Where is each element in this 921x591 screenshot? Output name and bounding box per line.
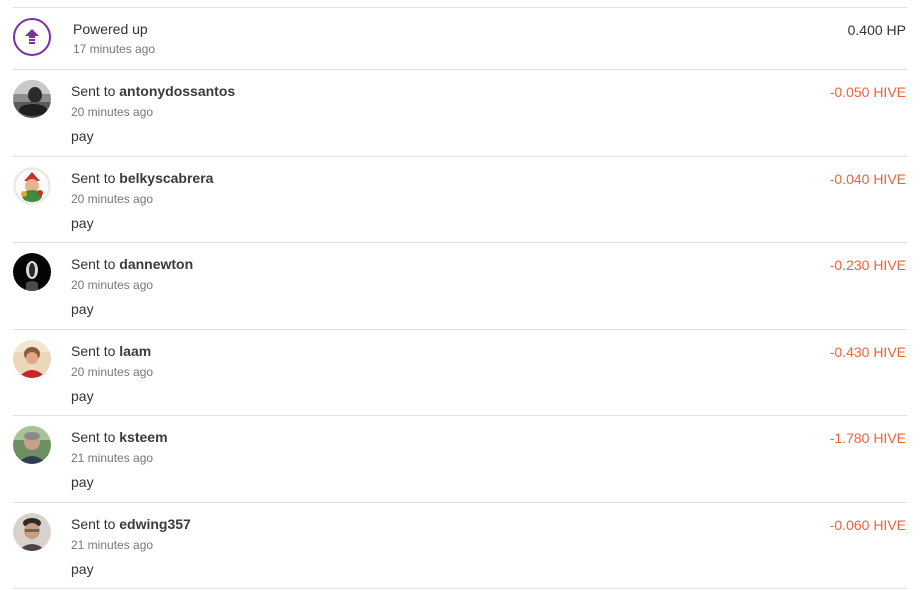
transaction-title: Powered up xyxy=(73,21,148,37)
transaction-memo: pay xyxy=(71,387,94,404)
transaction-time: 17 minutes ago xyxy=(73,42,156,56)
avatar[interactable] xyxy=(13,426,51,464)
transaction-row: Sent to ksteem 21 minutes ago pay -1.780… xyxy=(13,416,907,503)
title-prefix: Sent to xyxy=(71,342,116,359)
transaction-row: Sent to laam 20 minutes ago pay -0.430 H… xyxy=(13,330,907,416)
transaction-amount: -0.060 HIVE xyxy=(829,516,906,533)
recipient-link[interactable]: antonydossantos xyxy=(119,83,235,99)
transaction-memo: pay xyxy=(71,301,94,317)
transaction-time: 20 minutes ago xyxy=(71,364,154,379)
transaction-row: Sent to dannewton 20 minutes ago pay -0.… xyxy=(13,243,907,330)
transaction-time: 21 minutes ago xyxy=(71,537,154,552)
transaction-amount: -0.050 HIVE xyxy=(829,84,906,100)
avatar[interactable] xyxy=(13,339,51,378)
transaction-list: Powered up 17 minutes ago 0.400 HP Sent … xyxy=(13,7,907,589)
transaction-title: Sent to ksteem xyxy=(71,429,168,445)
transaction-title: Sent to antonydossantos xyxy=(71,83,235,99)
transaction-row: Sent to belkyscabrera 20 minutes ago pay… xyxy=(13,157,907,243)
power-up-icon xyxy=(13,18,51,56)
title-prefix: Sent to xyxy=(71,256,116,272)
arrow-up-icon xyxy=(25,29,39,44)
transaction-memo: pay xyxy=(71,474,94,490)
recipient-link[interactable]: belkyscabrera xyxy=(119,170,213,186)
transaction-title: Sent to edwing357 xyxy=(71,516,191,532)
transaction-row: Sent to antonydossantos 20 minutes ago p… xyxy=(13,70,907,157)
transaction-title: Sent to belkyscabrera xyxy=(71,170,213,186)
recipient-link[interactable]: laam xyxy=(119,343,151,359)
title-prefix: Sent to xyxy=(71,515,116,532)
transaction-title: Sent to laam xyxy=(71,343,151,359)
transaction-memo: pay xyxy=(71,128,94,144)
title-prefix: Sent to xyxy=(71,429,116,445)
transaction-memo: pay xyxy=(71,214,94,231)
title-prefix: Sent to xyxy=(71,169,116,186)
transaction-time: 20 minutes ago xyxy=(71,191,154,206)
transaction-time: 20 minutes ago xyxy=(71,105,154,119)
recipient-link[interactable]: edwing357 xyxy=(119,516,191,532)
transaction-amount: -1.780 HIVE xyxy=(829,430,906,446)
transaction-title: Sent to dannewton xyxy=(71,256,193,272)
transaction-amount: -0.040 HIVE xyxy=(829,170,906,187)
recipient-link[interactable]: dannewton xyxy=(119,256,193,272)
title-prefix: Sent to xyxy=(71,83,116,99)
avatar[interactable] xyxy=(13,80,51,118)
transaction-amount: 0.400 HP xyxy=(847,22,906,38)
avatar[interactable] xyxy=(13,512,51,551)
transaction-memo: pay xyxy=(71,560,94,577)
transaction-row: Sent to edwing357 21 minutes ago pay -0.… xyxy=(13,503,907,589)
avatar[interactable] xyxy=(13,253,51,291)
transaction-amount: -0.430 HIVE xyxy=(829,343,906,360)
recipient-link[interactable]: ksteem xyxy=(119,429,167,445)
transaction-time: 21 minutes ago xyxy=(71,451,154,465)
transaction-row-power-up: Powered up 17 minutes ago 0.400 HP xyxy=(13,8,907,70)
avatar[interactable] xyxy=(13,166,51,205)
transaction-amount: -0.230 HIVE xyxy=(829,257,906,273)
transaction-time: 20 minutes ago xyxy=(71,278,154,292)
